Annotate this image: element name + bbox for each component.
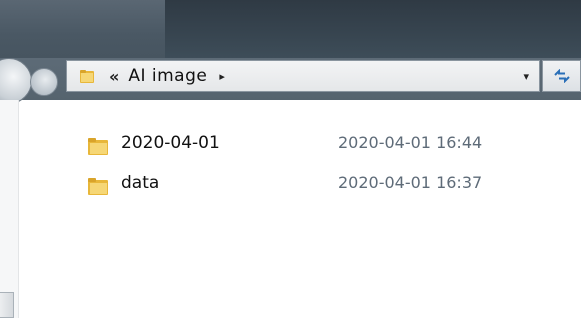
refresh-icon: [553, 69, 570, 83]
list-item[interactable]: data 2020-04-01 16:37: [80, 168, 560, 208]
window-title-bar: [0, 0, 581, 64]
address-dropdown-icon[interactable]: ▾: [523, 70, 529, 83]
overflow-chevron-icon[interactable]: «: [109, 67, 119, 86]
breadcrumb-current-folder[interactable]: AI image: [128, 66, 207, 86]
file-list: 2020-04-01 2020-04-01 16:44 data 2020-04…: [80, 128, 560, 208]
file-modified-date: 2020-04-01 16:44: [338, 133, 483, 152]
folder-icon: [88, 138, 108, 155]
folder-icon: [88, 178, 108, 195]
title-bar-highlight: [0, 0, 165, 64]
forward-button[interactable]: [30, 68, 58, 96]
folder-icon: [80, 70, 94, 83]
address-bar[interactable]: « AI image ▸ ▾: [66, 60, 540, 92]
file-name: data: [121, 173, 160, 193]
refresh-button[interactable]: [542, 60, 581, 92]
file-name: 2020-04-01: [121, 133, 220, 153]
breadcrumb-arrow-icon[interactable]: ▸: [219, 70, 225, 83]
list-item[interactable]: 2020-04-01 2020-04-01 16:44: [80, 128, 560, 168]
file-modified-date: 2020-04-01 16:37: [338, 173, 483, 192]
navigation-pane-edge: [0, 100, 19, 318]
scrollbar-thumb[interactable]: [0, 292, 14, 318]
